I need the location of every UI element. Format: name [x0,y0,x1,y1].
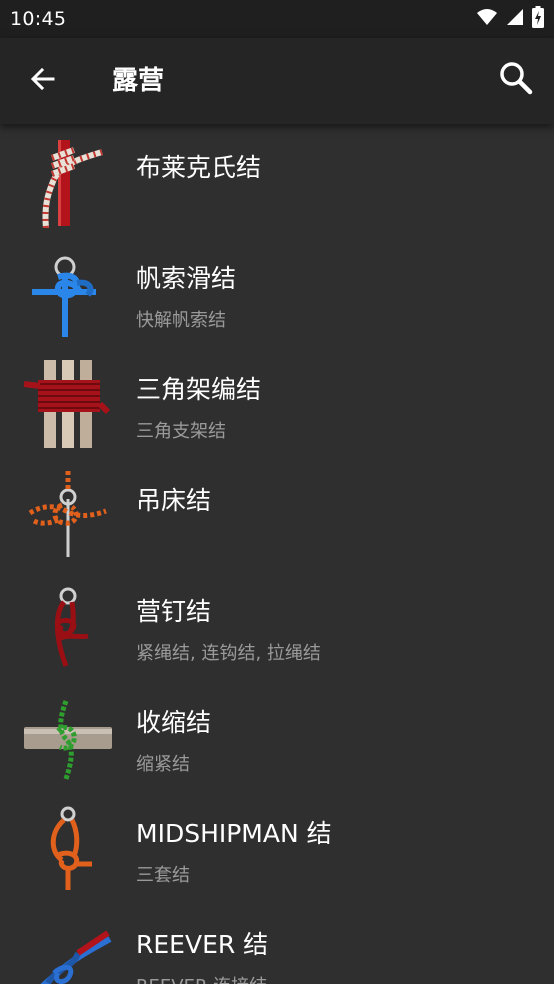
page-title: 露营 [112,66,165,96]
signal-icon [506,8,524,30]
search-icon [498,60,534,100]
arrow-back-icon [29,65,57,97]
knot-title: 帆索滑结 [136,264,237,293]
list-item[interactable]: REEVER 结 REEVER 连接结 [0,901,554,984]
reever-knot-icon [22,913,114,984]
list-item[interactable]: 三角架编结 三角支架结 [0,346,554,457]
knot-subtitle: 快解帆索结 [136,310,226,331]
knot-title: 营钉结 [136,597,212,626]
back-button[interactable] [22,60,64,102]
list-item[interactable]: 吊床结 [0,457,554,568]
knot-title: 三角架编结 [136,375,262,404]
tripod-lashing-knot-icon [22,358,114,450]
list-item[interactable]: MIDSHIPMAN 结 三套结 [0,790,554,901]
list-item[interactable]: 帆索滑结 快解帆索结 [0,235,554,346]
status-time: 10:45 [10,8,67,30]
slipped-buntline-knot-icon [22,247,114,339]
knot-subtitle: 三角支架结 [136,421,226,442]
app-bar: 露营 [0,38,554,124]
knot-title: REEVER 结 [136,930,269,959]
tent-peg-knot-icon [22,580,114,672]
constrictor-knot-icon [22,691,114,783]
knot-list[interactable]: 布莱克氏结 帆索滑结 快解帆索结 三角架编结 三角支架结 吊床结 营钉结 紧绳结… [0,124,554,984]
midshipman-knot-icon [22,802,114,894]
knot-title: MIDSHIPMAN 结 [136,819,332,848]
knot-subtitle: 紧绳结, 连钩结, 拉绳结 [136,643,321,664]
knot-title: 布莱克氏结 [136,153,262,182]
list-item[interactable]: 营钉结 紧绳结, 连钩结, 拉绳结 [0,568,554,679]
hammock-hitch-knot-icon [22,469,114,561]
search-button[interactable] [494,58,538,102]
status-bar: 10:45 [0,0,554,38]
wifi-icon [476,8,498,30]
knot-title: 收缩结 [136,708,212,737]
knot-title: 吊床结 [136,486,212,515]
battery-charging-icon [532,6,544,32]
knot-subtitle: 缩紧结 [136,754,190,775]
status-icons [476,6,544,32]
list-item[interactable]: 收缩结 缩紧结 [0,679,554,790]
knot-subtitle: REEVER 连接结 [136,975,267,984]
blakes-hitch-knot-icon [22,136,114,228]
list-item[interactable]: 布莱克氏结 [0,124,554,235]
knot-subtitle: 三套结 [136,865,190,886]
